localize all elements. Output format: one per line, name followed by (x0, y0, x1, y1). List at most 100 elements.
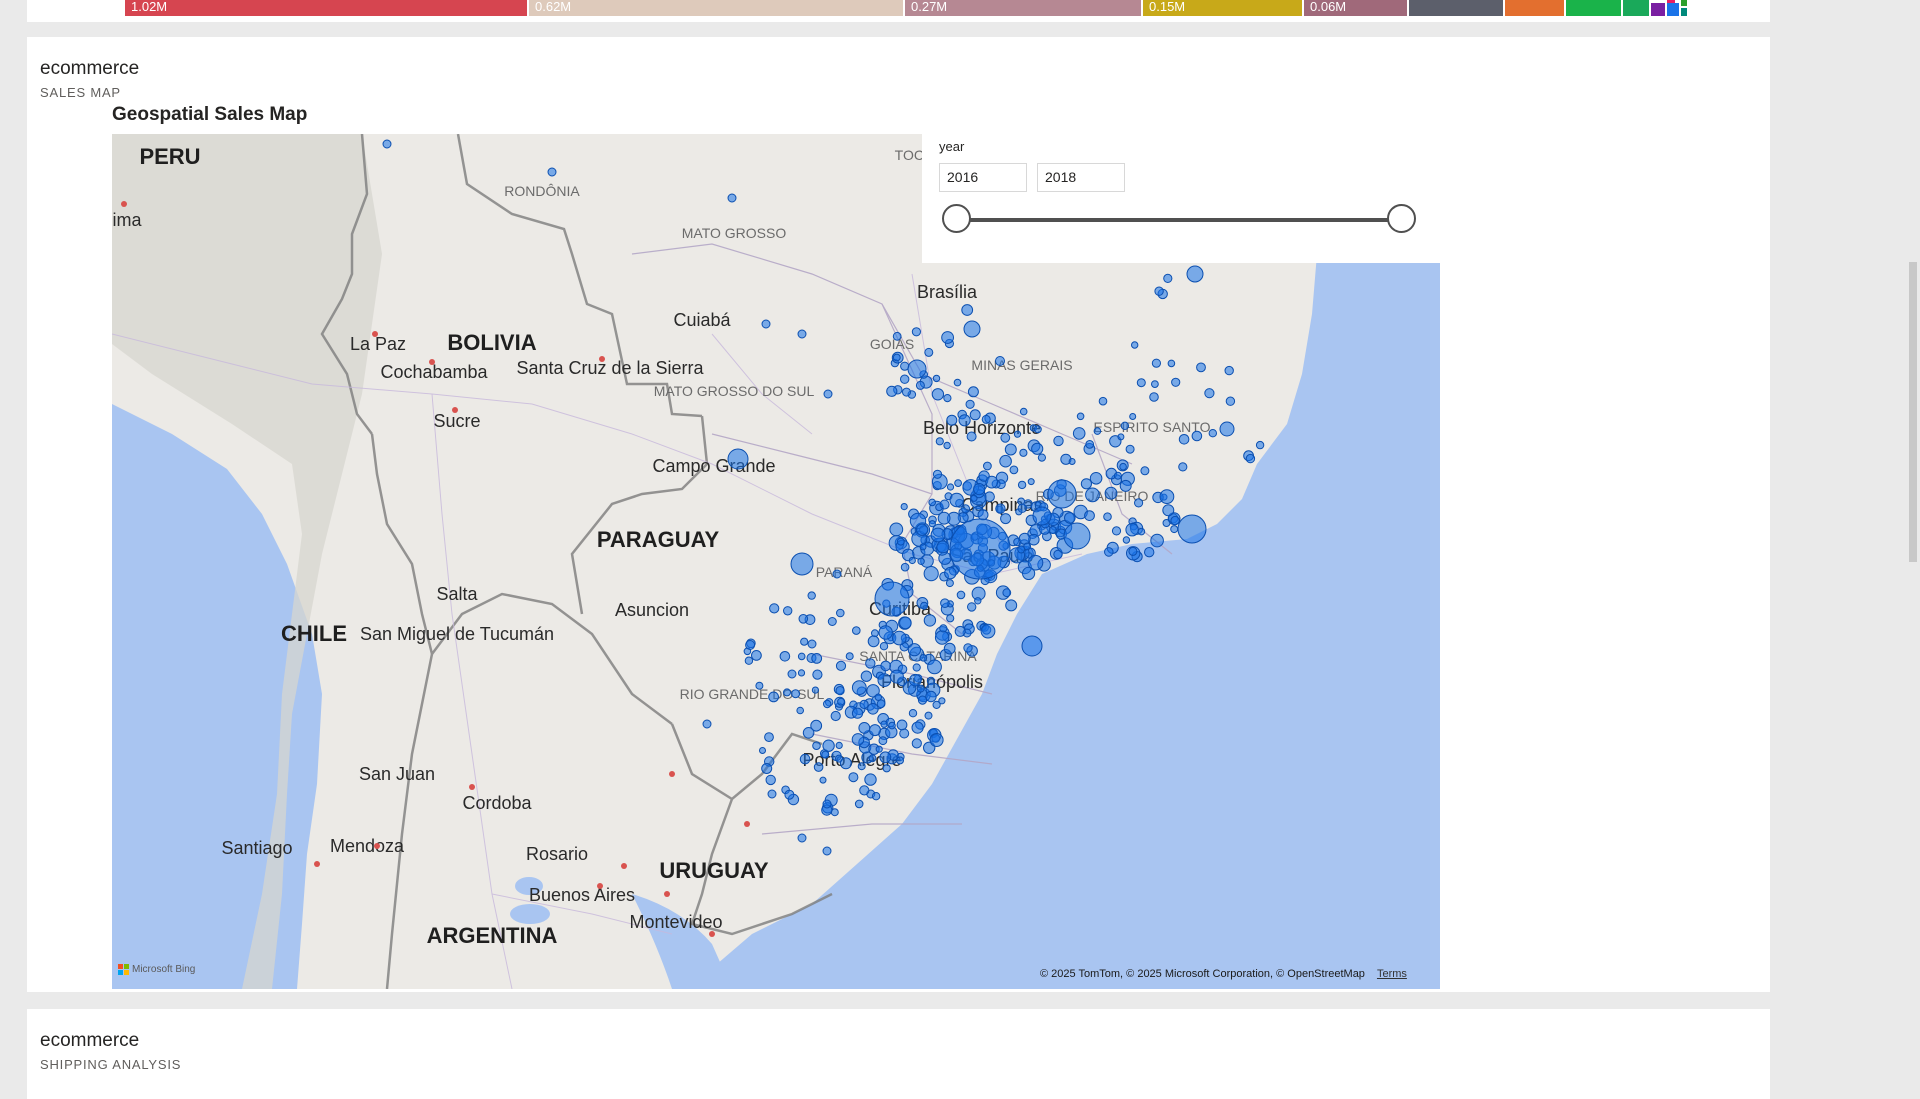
sales-bubble[interactable] (1085, 487, 1100, 503)
treemap-segment[interactable] (1505, 0, 1564, 16)
year-slicer[interactable]: year 2016 2018 (922, 134, 1440, 263)
sales-bubble[interactable] (932, 700, 941, 710)
sales-bubble[interactable] (1048, 526, 1057, 534)
sales-bubble[interactable] (963, 643, 973, 653)
sales-bubble[interactable] (909, 673, 922, 687)
sales-bubble[interactable] (920, 601, 929, 610)
sales-bubble[interactable] (836, 608, 845, 618)
sales-bubble[interactable] (1162, 519, 1171, 527)
page-scrollbar[interactable] (1909, 262, 1917, 562)
sales-bubble[interactable] (1032, 506, 1052, 526)
sales-bubble[interactable] (946, 483, 955, 491)
sales-bubble[interactable] (1063, 522, 1091, 550)
sales-bubble[interactable] (1093, 427, 1102, 435)
sales-bubble[interactable] (1072, 427, 1086, 440)
sales-bubble[interactable] (879, 751, 892, 764)
sales-bubble[interactable] (1255, 440, 1265, 450)
sales-bubble[interactable] (939, 499, 950, 510)
sales-bubble[interactable] (851, 733, 865, 746)
sales-bubble[interactable] (791, 689, 801, 699)
sales-bubble[interactable] (1122, 536, 1131, 544)
sales-bubble[interactable] (961, 504, 971, 514)
sales-bubble[interactable] (939, 624, 948, 633)
sales-bubble[interactable] (837, 697, 845, 706)
sales-bubble[interactable] (935, 437, 944, 446)
treemap-segment[interactable]: 1.02M (125, 0, 527, 16)
sales-bubble[interactable] (1134, 498, 1144, 508)
sales-bubble[interactable] (819, 776, 827, 784)
sales-bubble[interactable] (832, 569, 842, 579)
sales-bubble[interactable] (800, 637, 809, 646)
sales-bubble[interactable] (867, 635, 880, 648)
sales-bubble[interactable] (1047, 479, 1077, 509)
sales-bubble[interactable] (823, 699, 832, 709)
sales-bubble[interactable] (761, 319, 771, 329)
sales-bubble[interactable] (1170, 525, 1179, 534)
sales-bubble[interactable] (1053, 549, 1063, 560)
sales-bubble[interactable] (797, 833, 807, 843)
sales-bubble[interactable] (896, 537, 905, 546)
sales-bubble[interactable] (892, 353, 901, 362)
sales-bubble[interactable] (1009, 465, 1019, 475)
sales-bubble[interactable] (848, 772, 859, 783)
sales-bubble[interactable] (1224, 365, 1234, 376)
sales-bubble[interactable] (765, 774, 776, 786)
attribution-text[interactable]: © 2025 TomTom, © 2025 Microsoft Corporat… (1040, 968, 1365, 980)
sales-bubble[interactable] (1167, 359, 1176, 368)
sales-bubble[interactable] (915, 523, 929, 536)
sales-bubble[interactable] (967, 386, 979, 398)
sales-bubble[interactable] (878, 736, 888, 746)
sales-bubble[interactable] (769, 603, 780, 614)
sales-bubble[interactable] (1085, 440, 1095, 449)
year-slider-min-handle[interactable] (942, 204, 971, 233)
sales-bubble[interactable] (823, 389, 833, 399)
sales-bubble[interactable] (784, 789, 795, 800)
sales-bubble[interactable] (864, 773, 877, 786)
sales-bubble[interactable] (1022, 566, 1036, 580)
sales-bubble[interactable] (1151, 358, 1162, 368)
sales-bubble[interactable] (880, 660, 892, 672)
sales-bubble[interactable] (807, 591, 816, 600)
sales-bubble[interactable] (912, 663, 921, 672)
sales-bubble[interactable] (1104, 486, 1118, 500)
sales-bubble[interactable] (908, 556, 916, 565)
sales-bubble[interactable] (857, 762, 866, 771)
sales-bubble[interactable] (744, 656, 754, 665)
sales-bubble[interactable] (889, 669, 904, 684)
sales-bubble[interactable] (1017, 545, 1026, 554)
sales-bubble[interactable] (813, 762, 824, 772)
sales-bubble[interactable] (919, 543, 927, 551)
sales-bubble[interactable] (1186, 265, 1204, 283)
sales-bubble[interactable] (1119, 462, 1127, 471)
sales-bubble[interactable] (702, 719, 712, 729)
sales-bubble[interactable] (790, 552, 814, 576)
sales-bubble[interactable] (812, 741, 821, 751)
sales-bubble[interactable] (779, 651, 791, 662)
sales-bubble[interactable] (882, 764, 891, 773)
sales-bubble[interactable] (835, 741, 843, 750)
sales-bubble[interactable] (854, 799, 864, 809)
sales-bubble[interactable] (1111, 526, 1122, 536)
sales-bubble[interactable] (812, 669, 823, 680)
sales-bubble[interactable] (879, 642, 889, 651)
sales-bubble[interactable] (1177, 514, 1207, 544)
sales-bubble[interactable] (965, 399, 975, 409)
sales-bubble[interactable] (1000, 432, 1011, 443)
sales-bubble[interactable] (911, 327, 922, 337)
sales-bubble[interactable] (1064, 512, 1076, 524)
sales-bubble[interactable] (382, 139, 392, 149)
sales-bubble[interactable] (943, 642, 956, 655)
sales-bubble[interactable] (932, 374, 941, 383)
sales-bubble[interactable] (911, 721, 924, 734)
sales-bubble[interactable] (1208, 429, 1218, 438)
sales-bubble[interactable] (1004, 443, 1017, 456)
sales-bubble[interactable] (981, 414, 991, 424)
sales-bubble[interactable] (954, 625, 966, 637)
sales-bubble[interactable] (761, 763, 773, 774)
sales-bubble[interactable] (1125, 444, 1135, 454)
sales-bubble[interactable] (798, 614, 809, 624)
sales-bubble[interactable] (902, 387, 911, 397)
sales-bubble[interactable] (943, 441, 951, 450)
sales-bubble[interactable] (923, 614, 937, 627)
sales-bubble[interactable] (1084, 510, 1095, 522)
